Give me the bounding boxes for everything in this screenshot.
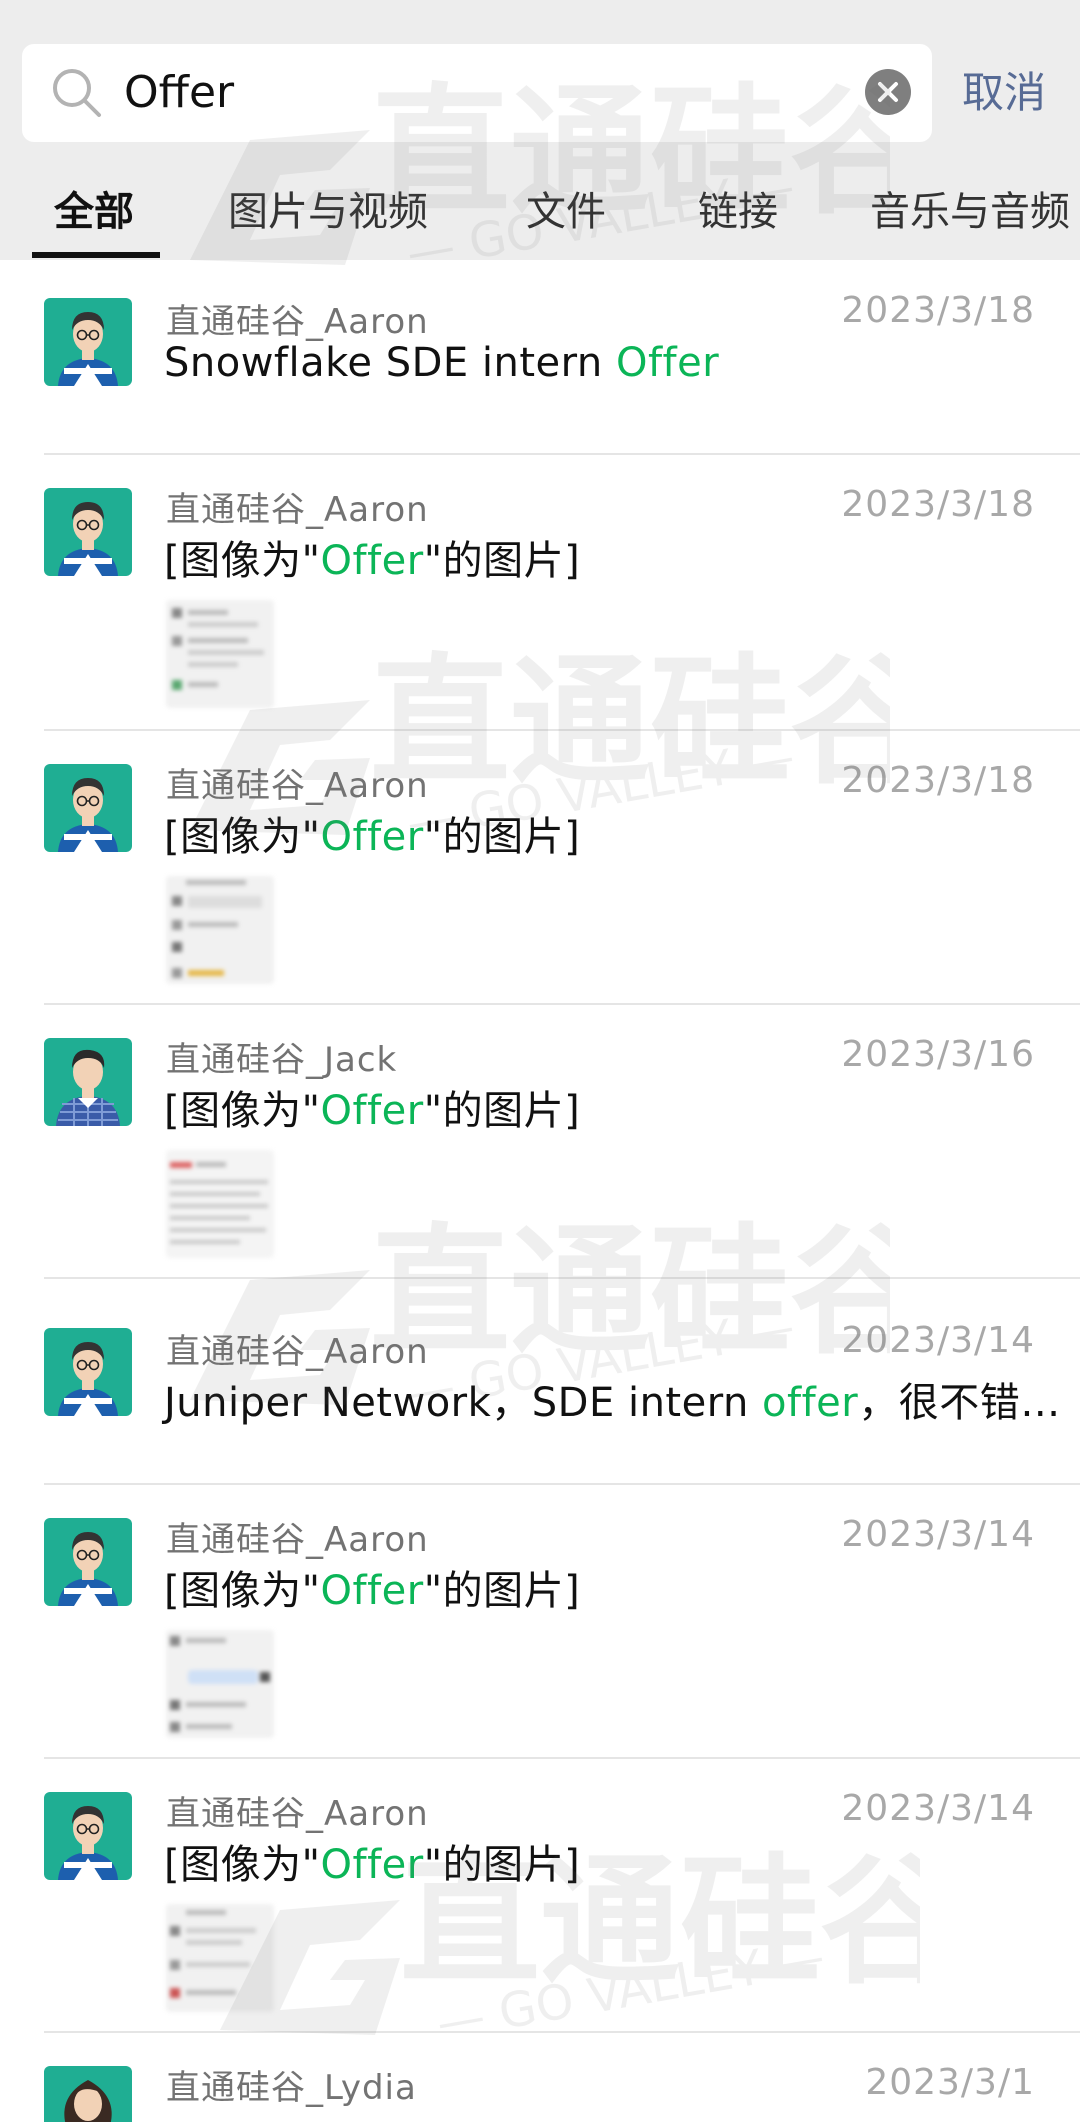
list-item[interactable]: 直通硅谷_Aaron 2023/3/14 Juniper Network，SDE… — [0, 1278, 1080, 1485]
keyword-highlight: Offer — [615, 340, 720, 386]
message-date: 2023/3/14 — [841, 1514, 1035, 1555]
image-thumbnail[interactable] — [166, 1904, 274, 2012]
list-item[interactable]: 直通硅谷_Aaron 2023/3/14 [图像为"Offer"的图片] — [0, 1758, 1080, 2033]
image-thumbnail[interactable] — [166, 1150, 274, 1258]
avatar — [44, 1038, 132, 1126]
keyword-highlight: Offer — [320, 538, 424, 584]
sender-name: 直通硅谷_Aaron — [166, 1520, 429, 1560]
message-date: 2023/3/18 — [841, 760, 1035, 801]
avatar — [44, 764, 132, 852]
tab-files[interactable]: 文件 — [526, 176, 606, 260]
image-thumbnail[interactable] — [166, 600, 274, 708]
search-icon — [53, 69, 101, 117]
sender-name: 直通硅谷_Aaron — [166, 490, 429, 530]
cancel-button[interactable]: 取消 — [962, 44, 1046, 142]
sender-name: 直通硅谷_Lydia — [166, 2068, 417, 2108]
search-header: Offer 取消 全部 图片与视频 文件 链接 音乐与音频 — [0, 0, 1080, 260]
list-item[interactable]: 直通硅谷_Aaron 2023/3/18 [图像为"Offer"的图片] — [0, 730, 1080, 1005]
list-item[interactable]: 直通硅谷_Aaron 2023/3/14 [图像为"Offer"的图片] — [0, 1484, 1080, 1759]
message-date: 2023/3/1 — [865, 2062, 1035, 2103]
avatar — [44, 1328, 132, 1416]
sender-name: 直通硅谷_Aaron — [166, 1332, 429, 1372]
search-input[interactable]: Offer — [22, 44, 932, 142]
message-date: 2023/3/14 — [841, 1320, 1035, 1361]
message-date: 2023/3/18 — [841, 484, 1035, 525]
sender-name: 直通硅谷_Aaron — [166, 302, 429, 342]
image-thumbnail[interactable] — [166, 1630, 274, 1738]
tab-music-audio[interactable]: 音乐与音频 — [870, 176, 1070, 260]
sender-name: 直通硅谷_Jack — [166, 1040, 398, 1080]
keyword-highlight: Offer — [320, 1568, 424, 1614]
message-date: 2023/3/14 — [841, 1788, 1035, 1829]
sender-name: 直通硅谷_Aaron — [166, 1794, 429, 1834]
message-date: 2023/3/16 — [841, 1034, 1035, 1075]
list-item[interactable]: 直通硅谷_Aaron 2023/3/18 [图像为"Offer"的图片] — [0, 454, 1080, 731]
message-snippet: [图像为"Offer"的图片] — [164, 1088, 581, 1134]
tab-bar: 全部 图片与视频 文件 链接 音乐与音频 — [0, 176, 1080, 260]
message-snippet: [图像为"Offer"的图片] — [164, 814, 581, 860]
message-snippet: [图像为"Offer"的图片] — [164, 538, 581, 584]
message-snippet: [图像为"Offer"的图片] — [164, 1842, 581, 1888]
keyword-highlight: Offer — [320, 814, 424, 860]
list-item[interactable]: 直通硅谷_Jack 2023/3/16 [图像为"Offer"的图片] — [0, 1004, 1080, 1279]
keyword-highlight: Offer — [320, 1842, 424, 1888]
tab-images-videos[interactable]: 图片与视频 — [228, 176, 428, 260]
image-thumbnail[interactable] — [166, 876, 274, 984]
message-snippet: Snowflake SDE intern Offer — [164, 340, 720, 386]
avatar — [44, 298, 132, 386]
message-snippet: [图像为"Offer"的图片] — [164, 1568, 581, 1614]
keyword-highlight: Offer — [320, 1088, 424, 1134]
avatar — [44, 1792, 132, 1880]
avatar — [44, 2066, 132, 2122]
tab-links[interactable]: 链接 — [698, 176, 778, 260]
avatar — [44, 488, 132, 576]
message-snippet: Juniper Network，SDE intern offer，很不错… — [164, 1380, 1061, 1426]
list-item[interactable]: 直通硅谷_Aaron 2023/3/18 Snowflake SDE inter… — [0, 260, 1080, 455]
sender-name: 直通硅谷_Aaron — [166, 766, 429, 806]
message-date: 2023/3/18 — [841, 290, 1035, 331]
tab-all[interactable]: 全部 — [54, 176, 134, 260]
clear-icon[interactable] — [864, 68, 912, 116]
active-tab-indicator — [32, 252, 160, 258]
list-item[interactable]: 直通硅谷_Lydia 2023/3/1 — [0, 2032, 1080, 2122]
keyword-highlight: offer — [762, 1380, 859, 1426]
search-query[interactable]: Offer — [124, 44, 234, 142]
avatar — [44, 1518, 132, 1606]
